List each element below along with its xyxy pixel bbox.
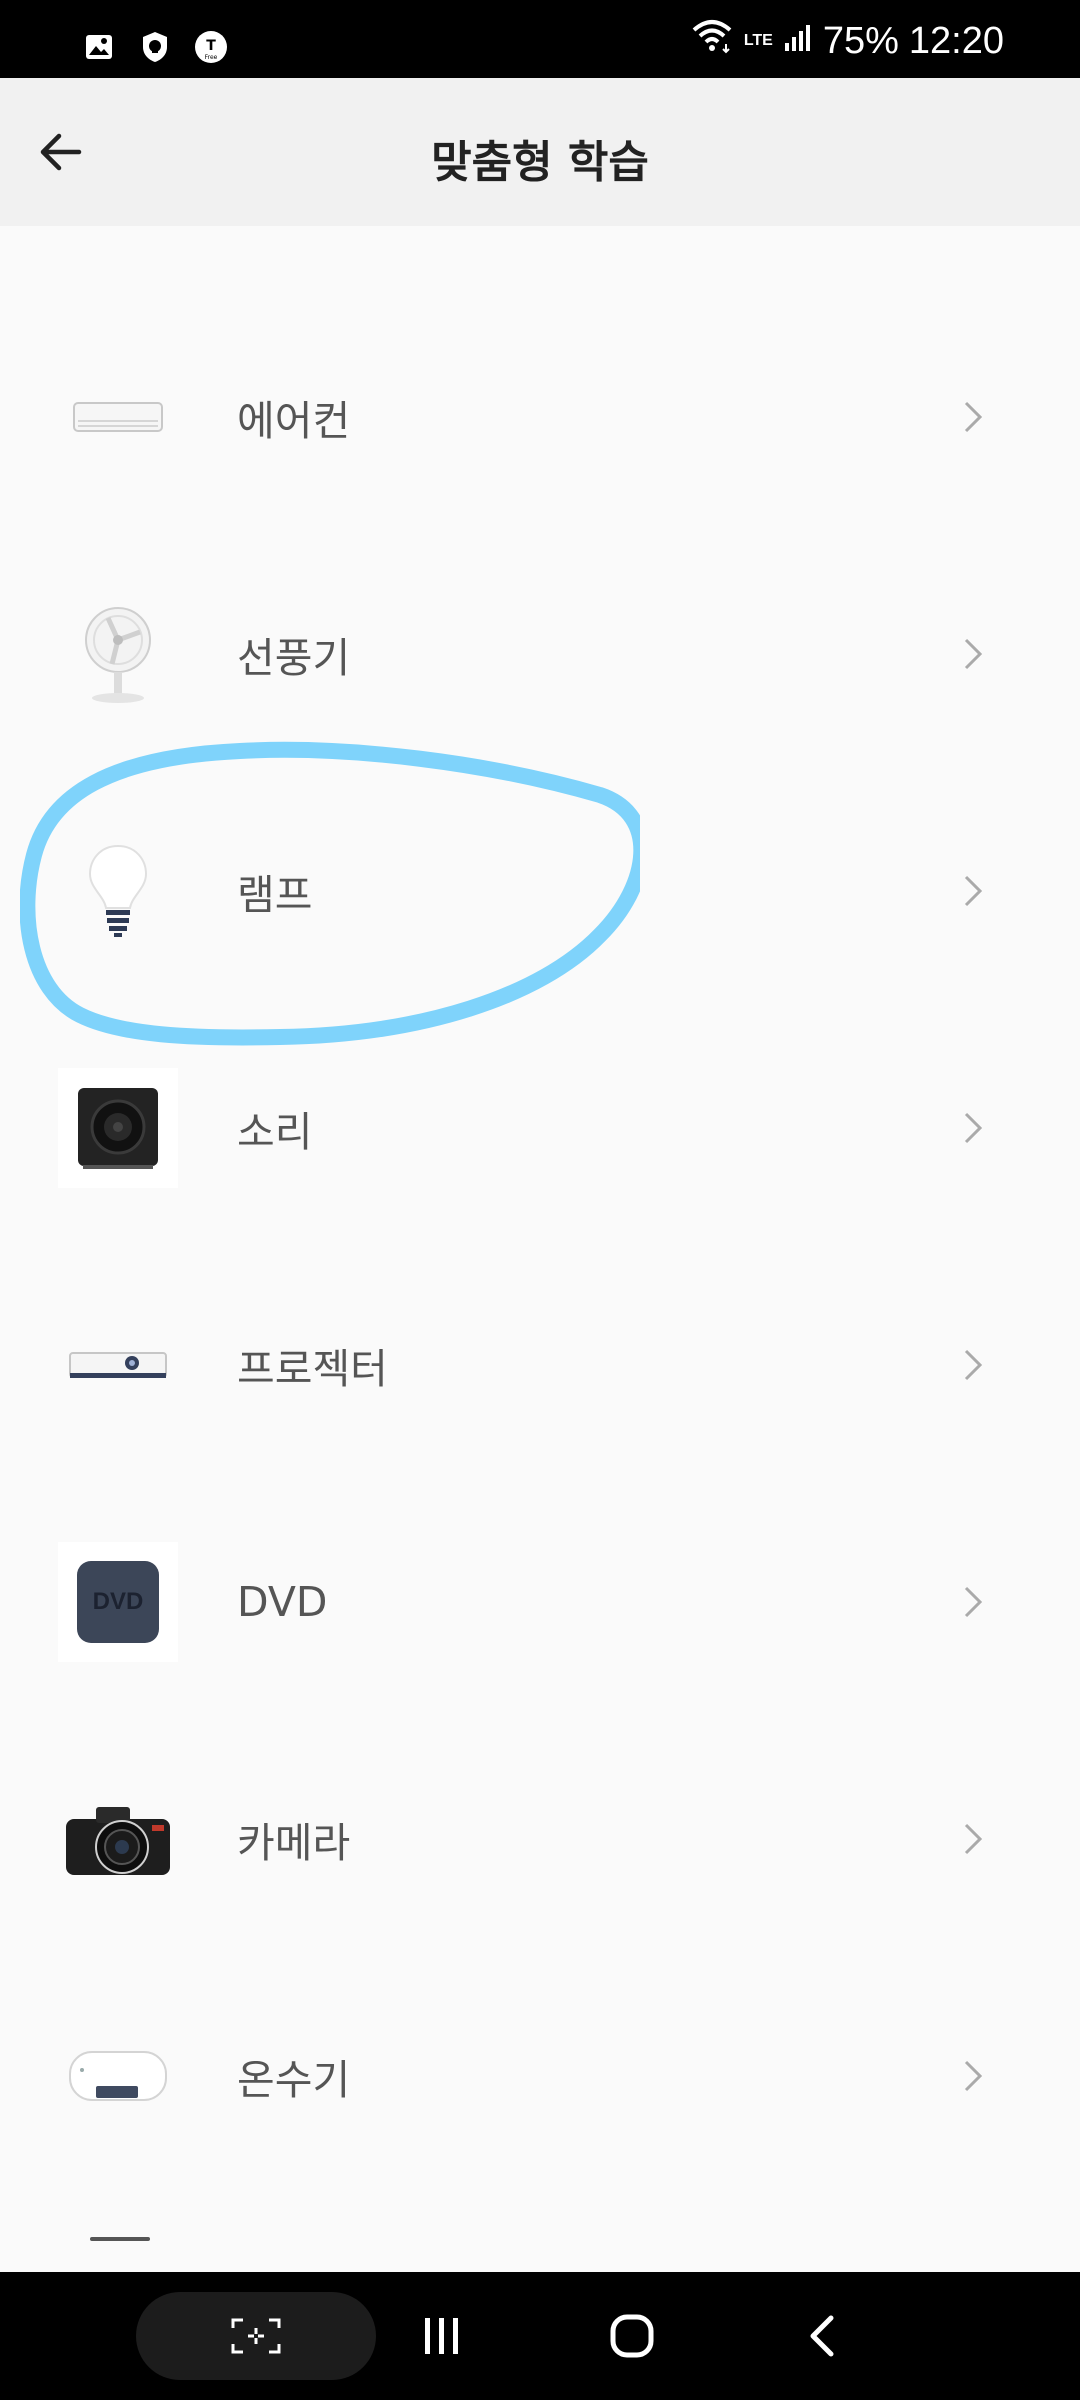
list-item-dvd[interactable]: DVD DVD (0, 1484, 1080, 1720)
image-icon (82, 30, 116, 64)
chevron-right-icon (964, 638, 983, 670)
back-icon (810, 2315, 834, 2357)
camera-icon (58, 1779, 178, 1899)
list-item-air-conditioner[interactable]: 에어컨 (0, 299, 1080, 535)
chevron-right-icon (964, 875, 983, 907)
screenshot-capture-icon (231, 2318, 281, 2354)
wifi-icon (690, 18, 734, 64)
list-item-fan[interactable]: 선풍기 (0, 536, 1080, 772)
list-item-projector[interactable]: 프로젝터 (0, 1247, 1080, 1483)
chevron-right-icon (964, 401, 983, 433)
speaker-icon (58, 1068, 178, 1188)
app-header: 맞춤형 학습 (0, 78, 1080, 226)
svg-text:T: T (206, 38, 216, 54)
signal-icon (783, 20, 813, 63)
dvd-icon-text: DVD (77, 1561, 159, 1643)
page-title: 맞춤형 학습 (431, 137, 649, 188)
item-label: 온수기 (237, 2056, 351, 2104)
list-item-partial[interactable] (0, 2195, 1080, 2275)
recent-apps-button[interactable] (400, 2292, 484, 2380)
item-label: 램프 (237, 871, 313, 919)
item-label: 선풍기 (237, 634, 351, 682)
fan-icon (58, 594, 178, 714)
clock: 12:20 (908, 19, 1004, 62)
list-item-lamp[interactable]: 램프 (0, 773, 1080, 1009)
air-conditioner-icon (58, 357, 178, 477)
item-label: 에어컨 (237, 397, 351, 445)
battery-percent: 75% (822, 19, 899, 62)
home-icon (610, 2314, 654, 2358)
screenshot-capture-button[interactable] (136, 2292, 376, 2380)
chevron-right-icon (964, 1823, 983, 1855)
partial-item-icon (90, 2237, 150, 2241)
shield-icon (138, 30, 172, 64)
navigation-bar (0, 2272, 1080, 2400)
recent-apps-icon (425, 2318, 458, 2354)
water-heater-icon (58, 2016, 178, 2136)
status-icons-right: LTE 75% 12:20 (690, 18, 1004, 64)
svg-text:Free: Free (205, 54, 218, 61)
home-button[interactable] (590, 2292, 674, 2380)
chevron-right-icon (964, 1112, 983, 1144)
network-type: LTE (743, 32, 773, 49)
chevron-right-icon (964, 1586, 983, 1618)
item-label: DVD (237, 1578, 328, 1626)
status-bar: T Free LTE 75% 12:20 (0, 0, 1080, 78)
list-item-speaker[interactable]: 소리 (0, 1010, 1080, 1246)
list-item-water-heater[interactable]: 온수기 (0, 1958, 1080, 2194)
item-label: 카메라 (237, 1819, 351, 1867)
item-label: 프로젝터 (237, 1345, 388, 1393)
nav-back-button[interactable] (780, 2292, 864, 2380)
projector-icon (58, 1305, 178, 1425)
item-label: 소리 (237, 1108, 313, 1156)
chevron-right-icon (964, 1349, 983, 1381)
chevron-right-icon (964, 2060, 983, 2092)
list-item-camera[interactable]: 카메라 (0, 1721, 1080, 1957)
lamp-icon (58, 831, 178, 951)
t-free-icon: T Free (194, 30, 228, 64)
status-icons-left: T Free (82, 30, 228, 64)
dvd-icon: DVD (58, 1542, 178, 1662)
